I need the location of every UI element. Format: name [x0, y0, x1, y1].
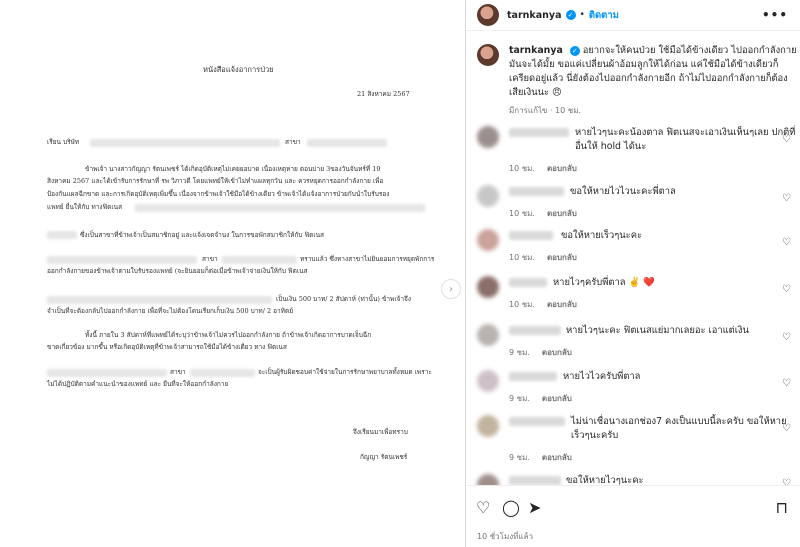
comment-text: หายไวๆนะคะน้องตาล ฟิตเนสจะเอาเงินเห็นๆเล…	[575, 127, 796, 152]
heart-icon[interactable]: ♡	[782, 284, 791, 295]
reply-button[interactable]: ตอบกลับ	[547, 253, 577, 262]
comment-text: ไม่น่าเชื่อนางเอกช่อง7 คงเป็นแบบนี้ละครั…	[571, 416, 787, 441]
comment-icon[interactable]: ◯	[502, 498, 520, 517]
doc-p2-l1: ทั้งนี้ ภายใน 3 สัปดาห์ที่แพทย์ได้ระบุว่…	[85, 331, 372, 339]
heart-icon[interactable]: ♡	[782, 423, 791, 434]
verified-icon: ✓	[569, 46, 580, 56]
verified-icon: ✓	[565, 10, 576, 20]
caption-avatar[interactable]	[477, 44, 499, 66]
avatar[interactable]	[477, 126, 499, 148]
edited-label: มีการแก้ไข	[509, 106, 548, 115]
caption-emoji: 😠	[552, 87, 562, 98]
comment-text: หายไวไวครับพี่ตาล	[563, 371, 641, 382]
action-bar: ♡ ◯ ➤ ⊓ 10 ชั่วโมงที่แล้ว	[466, 485, 800, 547]
comment-text: ขอให้หายเร็วๆนะคะ	[561, 230, 643, 241]
heart-icon[interactable]: ♡	[782, 134, 791, 145]
bookmark-icon[interactable]: ⊓	[776, 498, 788, 517]
blurred-username	[509, 128, 569, 137]
caption-time: 10 ชม.	[555, 106, 582, 115]
doc-p1-l4: แพทย์ ยื่นให้กับ ทางฟิตเนส	[47, 203, 123, 211]
avatar[interactable]	[477, 370, 499, 392]
doc-p1-l5: ซึ่งเป็นสาขาที่ข้าพเจ้าเป็นสมาชิกอยู่ แล…	[80, 231, 325, 239]
blurred-username	[509, 476, 561, 485]
avatar[interactable]	[477, 229, 499, 251]
follow-button[interactable]: ติดตาม	[589, 8, 619, 23]
comment-text: ขอให้หายไวไวนะคะพี่ตาล	[570, 186, 676, 197]
doc-p2-l3: สาขา	[170, 368, 186, 376]
reply-button[interactable]: ตอบกลับ	[547, 164, 577, 173]
more-options-icon[interactable]: •••	[762, 8, 788, 22]
doc-p2-l3b: จะเป็นผู้รับผิดชอบค่าใช้จ่ายในการรักษาพย…	[258, 368, 432, 376]
heart-icon[interactable]: ♡	[782, 332, 791, 343]
heart-icon[interactable]: ♡	[782, 193, 791, 204]
chevron-right-icon[interactable]: ›	[441, 279, 461, 299]
heart-icon[interactable]: ♡	[782, 378, 791, 389]
comment-time: 9 ชม.	[509, 394, 530, 403]
doc-p1-l9: จำเป็นที่จะต้องกลับไปออกกำลังกาย เพื่อที…	[47, 307, 294, 315]
avatar[interactable]	[477, 276, 499, 298]
comment-time: 10 ชม.	[509, 209, 535, 218]
doc-salutation: เรียน บริษัท	[47, 138, 80, 146]
doc-p1-l1: ข้าพเจ้า นางสาวกัญญา รัตนเพชร์ ได้เกิดอุ…	[85, 165, 381, 173]
post-modal: หนังสือแจ้งอาการป่วย 21 สิงหาคม 2567 เรี…	[0, 0, 800, 547]
blurred-username	[509, 187, 564, 196]
doc-branch-label: สาขา	[285, 138, 301, 146]
post-media: หนังสือแจ้งอาการป่วย 21 สิงหาคม 2567 เรี…	[0, 0, 466, 547]
blurred-username	[509, 278, 547, 287]
comment-emoji: ✌️ ❤️	[628, 277, 655, 288]
reply-button[interactable]: ตอบกลับ	[547, 300, 577, 309]
reply-button[interactable]: ตอบกลับ	[542, 394, 572, 403]
avatar[interactable]	[477, 4, 499, 26]
reply-button[interactable]: ตอบกลับ	[542, 348, 572, 357]
doc-date: 21 สิงหาคม 2567	[357, 90, 410, 98]
blurred-username	[509, 326, 561, 335]
doc-p1-l6b: ทราบแล้ว ซึ่งทางสาขาไม่ยินยอมการหยุดพักก…	[300, 255, 435, 263]
blurred-username	[509, 417, 565, 426]
doc-p1-l7: ออกกำลังกายของข้าพเจ้าตามใบรับรองแพทย์ (…	[47, 267, 308, 275]
doc-p1-l2: สิงหาคม 2567 และได้เข้ารับการรักษาที่ รพ…	[47, 177, 384, 185]
header-username[interactable]: tarnkanya	[507, 10, 562, 21]
blurred-username	[509, 372, 557, 381]
avatar[interactable]	[477, 415, 499, 437]
blurred-username	[509, 231, 553, 240]
reply-button[interactable]: ตอบกลับ	[542, 453, 572, 462]
doc-p1-l6: สาขา	[202, 255, 218, 263]
comment-time: 10 ชม.	[509, 253, 535, 262]
separator-dot: •	[579, 10, 585, 20]
doc-p2-l2: ขาดเกี่ยวข้อง มากขึ้น หรือเกิดอุบัติเหตุ…	[47, 343, 287, 351]
comment-time: 10 ชม.	[509, 300, 535, 309]
comment-time: 9 ชม.	[509, 348, 530, 357]
heart-icon[interactable]: ♡	[476, 498, 490, 517]
share-icon[interactable]: ➤	[528, 498, 541, 517]
comment-text: หายไวๆครับพี่ตาล ✌️ ❤️	[553, 277, 655, 288]
doc-p1-l3: ป้องกันแผลฉีกขาด และการเกิดอุบัติเหตุเพิ…	[47, 190, 390, 198]
avatar[interactable]	[477, 185, 499, 207]
comment-time: 10 ชม.	[509, 164, 535, 173]
doc-closing: จึงเรียนมาเพื่อทราบ	[353, 428, 408, 436]
doc-title: หนังสือแจ้งอาการป่วย	[203, 65, 274, 74]
doc-p2-l4: ไม่ได้ปฏิบัติตามคำแนะนำของแพทย์ และ ยืนท…	[47, 380, 229, 388]
reply-button[interactable]: ตอบกลับ	[547, 209, 577, 218]
caption-username[interactable]: tarnkanya	[509, 45, 563, 56]
post-sidebar: tarnkanya ✓ • ติดตาม ••• tarnkanya ✓ อยา…	[466, 0, 800, 547]
comment-time: 9 ชม.	[509, 453, 530, 462]
avatar[interactable]	[477, 324, 499, 346]
doc-signature: กัญญา รัตนเพชร์	[360, 453, 408, 461]
post-header: tarnkanya ✓ • ติดตาม •••	[466, 0, 800, 31]
comment-text: หายไวๆนะคะ ฟิตเนสแย่มากเลยอะ เอาแต่เงิน	[566, 325, 749, 336]
document-image: หนังสือแจ้งอาการป่วย 21 สิงหาคม 2567 เรี…	[40, 0, 440, 547]
post-time: 10 ชั่วโมงที่แล้ว	[477, 532, 533, 541]
post-caption: tarnkanya ✓ อยากจะให้คนป่วย ใช้มือได้ข้า…	[477, 44, 797, 118]
doc-p1-l8: เป็นเงิน 500 บาท/ 2 สัปดาห์ (ท่านั้น) ข้…	[276, 295, 412, 303]
heart-icon[interactable]: ♡	[782, 237, 791, 248]
